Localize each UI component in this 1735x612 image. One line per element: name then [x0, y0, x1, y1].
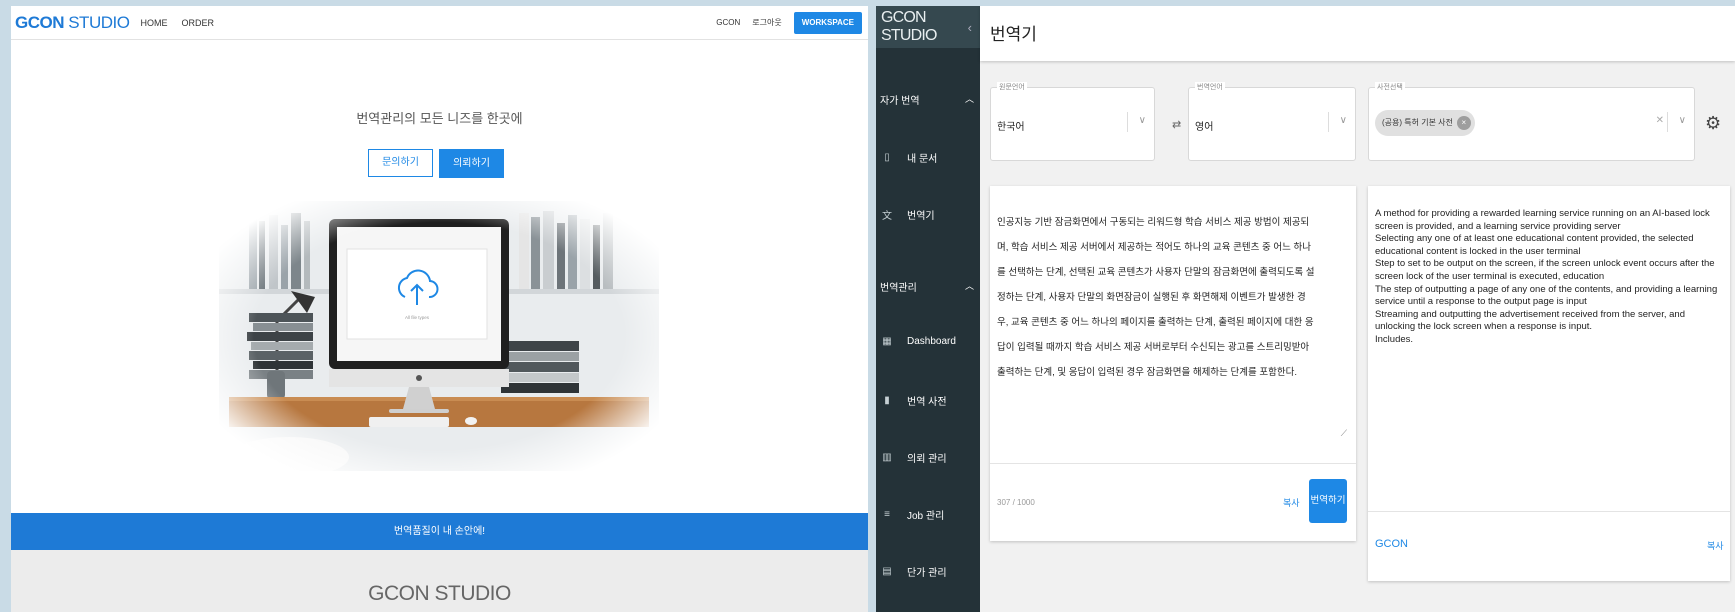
- promo-band: 번역품질이 내 손안에!: [11, 513, 868, 550]
- page-header: 번역기: [980, 6, 1735, 61]
- nav-gcon[interactable]: GCON: [716, 18, 740, 27]
- target-language-label: 번역언어: [1195, 82, 1225, 92]
- dictionary-icon: ▮: [884, 395, 890, 406]
- chevron-up-icon: ︿: [964, 94, 974, 104]
- website-panel: GCON STUDIO HOME ORDER GCON 로그아웃 WORKSPA…: [11, 6, 868, 612]
- hero-desk-illustration: All file types: [219, 201, 659, 471]
- sidebar-section-management[interactable]: 번역관리 ︿: [880, 279, 974, 294]
- translate-button[interactable]: 번역하기: [1309, 479, 1347, 523]
- request-button[interactable]: 의뢰하기: [439, 149, 504, 178]
- nav-order[interactable]: ORDER: [181, 18, 214, 28]
- target-language-value: 영어: [1195, 122, 1214, 133]
- app-logo[interactable]: GCON STUDIO: [881, 9, 968, 45]
- sidebar-item-jobs[interactable]: ≡ Job 관리: [882, 507, 944, 522]
- chevron-down-icon: ∨: [1678, 115, 1686, 126]
- target-language-select[interactable]: 번역언어 영어 ∨: [1188, 82, 1356, 161]
- hero-title: 번역관리의 모든 니즈를 한곳에: [356, 111, 523, 126]
- clear-icon[interactable]: ✕: [1656, 115, 1664, 126]
- sidebar-item-my-documents[interactable]: ▯ 내 문서: [882, 150, 937, 165]
- translated-line: Includes.: [1375, 333, 1414, 345]
- swap-languages-icon[interactable]: ⇄: [1172, 118, 1181, 131]
- list-icon: ≡: [884, 509, 890, 520]
- footer-logo: GCON STUDIO: [368, 582, 511, 605]
- remove-chip-icon[interactable]: ×: [1456, 116, 1471, 130]
- copy-source-button[interactable]: 복사: [1283, 496, 1300, 509]
- char-counter: 307 / 1000: [997, 498, 1035, 507]
- chevron-down-icon: ∨: [1339, 115, 1347, 126]
- source-text-card: 인공지능 기반 잠금화면에서 구동되는 리워드형 학습 서비스 제공 방법이 제…: [990, 186, 1356, 541]
- translate-icon: 文: [882, 211, 892, 222]
- translated-line: A method for providing a rewarded learni…: [1375, 208, 1710, 232]
- translator-app: GCON STUDIO ‹ 자가 번역 ︿ ▯ 내 문서 文 번역기 번역관리 ︿ ▦ D…: [876, 6, 1735, 612]
- request-icon: ▥: [882, 452, 892, 463]
- workspace-button[interactable]: WORKSPACE: [793, 11, 862, 34]
- chevron-left-icon[interactable]: ‹: [968, 20, 972, 35]
- target-text-card: A method for providing a rewarded learni…: [1368, 186, 1730, 581]
- copy-target-button[interactable]: 복사: [1707, 539, 1724, 552]
- nav-logout[interactable]: 로그아웃: [752, 17, 781, 28]
- sidebar-section-self-translate[interactable]: 자가 번역 ︿: [880, 92, 974, 107]
- sidebar-item-pricing[interactable]: ▤ 단가 관리: [882, 564, 946, 579]
- gear-icon[interactable]: ⚙: [1705, 113, 1721, 134]
- price-icon: ▤: [882, 566, 892, 577]
- inquiry-button[interactable]: 문의하기: [368, 149, 433, 177]
- source-language-value: 한국어: [997, 122, 1025, 133]
- sidebar-item-translator[interactable]: 文 번역기: [882, 207, 935, 222]
- sidebar-item-dictionary[interactable]: ▮ 번역 사전: [882, 393, 946, 408]
- translated-line: Selecting any one of at least one educat…: [1375, 233, 1694, 257]
- source-language-label: 원문언어: [997, 82, 1027, 92]
- translated-line: The step of outputting a page of any one…: [1375, 283, 1718, 308]
- top-navbar: GCON STUDIO HOME ORDER GCON 로그아웃 WORKSPA…: [11, 6, 868, 40]
- sidebar-item-dashboard[interactable]: ▦ Dashboard: [882, 336, 956, 347]
- nav-home[interactable]: HOME: [140, 18, 167, 28]
- translated-line: Step to set to be output on the screen, …: [1375, 258, 1715, 282]
- source-language-select[interactable]: 원문언어 한국어 ∨: [990, 82, 1155, 161]
- translated-text: A method for providing a rewarded learni…: [1375, 208, 1725, 347]
- dashboard-icon: ▦: [882, 336, 892, 347]
- translated-line: Streaming and outputting the advertiseme…: [1375, 308, 1685, 333]
- chevron-up-icon: ︿: [964, 281, 974, 291]
- sidebar: GCON STUDIO ‹ 자가 번역 ︿ ▯ 내 문서 文 번역기 번역관리 ︿ ▦ D…: [876, 6, 980, 612]
- chevron-down-icon: ∨: [1138, 115, 1146, 126]
- dictionary-select[interactable]: 사전선택 (공용) 특허 기본 사전 × ✕ ∨: [1368, 82, 1695, 161]
- resize-handle-icon[interactable]: ⟋: [1341, 428, 1347, 439]
- site-logo[interactable]: GCON STUDIO: [15, 13, 130, 33]
- dictionary-chip[interactable]: (공용) 특허 기본 사전 ×: [1375, 110, 1475, 136]
- dictionary-label: 사전선택: [1375, 82, 1405, 92]
- source-text-area[interactable]: 인공지능 기반 잠금화면에서 구동되는 리워드형 학습 서비스 제공 방법이 제…: [997, 210, 1317, 385]
- document-icon: ▯: [884, 152, 890, 163]
- gcon-label: GCON: [1375, 538, 1408, 550]
- footer: GCON STUDIO: [11, 550, 868, 612]
- page-title: 번역기: [990, 25, 1037, 44]
- sidebar-item-requests[interactable]: ▥ 의뢰 관리: [882, 450, 946, 465]
